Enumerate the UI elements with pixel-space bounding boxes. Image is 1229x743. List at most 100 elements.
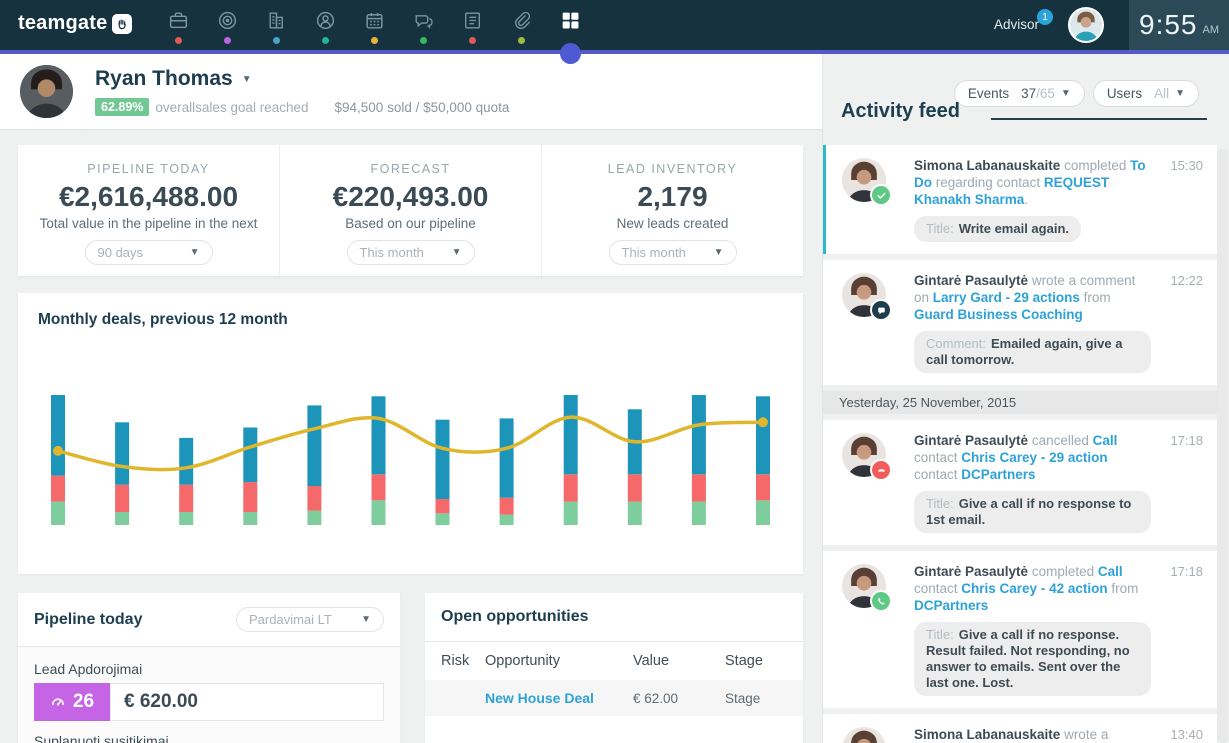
feed-text-link[interactable]: DCPartners <box>961 467 1035 482</box>
bar-segment[interactable] <box>692 395 706 474</box>
profile-name: Ryan Thomas <box>95 67 233 91</box>
note-label: Title: <box>926 627 954 642</box>
feed-text-link[interactable]: Call <box>1093 433 1118 448</box>
goal-text: overallsales goal reached <box>155 100 308 115</box>
note-text: Give a call if no response. Result faile… <box>926 627 1130 690</box>
bar-segment[interactable] <box>179 512 193 525</box>
nav-dot <box>371 37 378 44</box>
nav-item-deals[interactable] <box>154 0 203 50</box>
feed-text-link[interactable]: DCPartners <box>914 598 988 613</box>
bar-segment[interactable] <box>372 396 386 474</box>
feed-text-gray: . <box>1024 192 1028 207</box>
events-filter-select[interactable]: Events 37 /65 ▼ <box>954 80 1085 107</box>
stat-caption: Based on our pipeline <box>345 216 476 231</box>
clock-panel: 9:55 AM <box>1129 0 1229 50</box>
feed-text-gray: contact <box>914 467 961 482</box>
bar-segment[interactable] <box>115 422 129 484</box>
nav-item-companies[interactable] <box>252 0 301 50</box>
feed-text-gray: from <box>1108 581 1139 596</box>
period-select[interactable]: This month▼ <box>609 240 737 265</box>
bar-segment[interactable] <box>628 474 642 501</box>
nav-dot <box>175 37 182 44</box>
paperclip-icon <box>510 9 533 32</box>
feed-date-divider: Yesterday, 25 November, 2015 <box>823 391 1217 414</box>
bar-segment[interactable] <box>51 395 65 476</box>
users-filter-select[interactable]: Users All ▼ <box>1093 80 1199 107</box>
pipeline-stage-row[interactable]: 26 € 620.00 <box>34 683 384 721</box>
bar-segment[interactable] <box>372 500 386 525</box>
clock-meridiem: AM <box>1203 24 1220 36</box>
feed-text-link[interactable]: Larry Gard - 29 actions <box>933 290 1080 305</box>
bar-segment[interactable] <box>692 474 706 501</box>
notification-badge: 1 <box>1037 9 1053 25</box>
chevron-down-icon[interactable]: ▼ <box>242 74 252 85</box>
period-select-value: This month <box>622 245 686 260</box>
chart-title: Monthly deals, previous 12 month <box>38 311 783 329</box>
nav-item-calendar[interactable] <box>350 0 399 50</box>
nav-item-goals[interactable] <box>203 0 252 50</box>
period-select[interactable]: This month▼ <box>347 240 475 265</box>
bar-segment[interactable] <box>243 428 257 483</box>
advisor-menu[interactable]: Advisor 1 <box>994 17 1039 32</box>
bar-segment[interactable] <box>179 485 193 512</box>
bar-segment[interactable] <box>307 486 321 511</box>
bar-segment[interactable] <box>243 512 257 525</box>
bar-segment[interactable] <box>243 482 257 512</box>
bar-segment[interactable] <box>436 420 450 499</box>
bar-segment[interactable] <box>500 498 514 515</box>
bar-segment[interactable] <box>628 502 642 525</box>
stat-value: €220,493.00 <box>333 181 489 213</box>
feed-text-link[interactable]: Call <box>1098 564 1123 579</box>
nav-item-chats[interactable] <box>399 0 448 50</box>
pipeline-today-card: Pipeline today Pardavimai LT▼ Lead Apdor… <box>18 593 400 743</box>
feed-text-link[interactable]: Chris Carey - 29 action <box>961 450 1107 465</box>
gauge-icon <box>50 694 66 710</box>
bar-segment[interactable] <box>564 474 578 501</box>
avatar <box>842 564 886 608</box>
bar-segment[interactable] <box>307 511 321 525</box>
stat-value: 2,179 <box>637 181 707 213</box>
activity-note-pill: Title:Give a call if no response to 1st … <box>914 491 1151 533</box>
period-select[interactable]: 90 days▼ <box>85 240 213 265</box>
bar-segment[interactable] <box>436 513 450 525</box>
bar-segment[interactable] <box>756 396 770 474</box>
bar-segment[interactable] <box>564 502 578 525</box>
bar-segment[interactable] <box>756 500 770 525</box>
stat-pipeline-today: PIPELINE TODAY €2,616,488.00 Total value… <box>18 145 280 276</box>
feed-text-name: Gintarė Pasaulytė <box>914 433 1028 448</box>
feed-item-content: Simona Labanauskaite completed To Do reg… <box>914 157 1151 242</box>
bar-segment[interactable] <box>500 515 514 525</box>
bar-segment[interactable] <box>51 476 65 502</box>
bar-segment[interactable] <box>500 418 514 497</box>
feed-item: Simona Labanauskaite wrote a comment on … <box>823 714 1217 743</box>
nav-item-contacts[interactable] <box>301 0 350 50</box>
title-underline <box>991 118 1207 120</box>
avatar <box>842 727 886 743</box>
bar-segment[interactable] <box>179 438 193 485</box>
bar-segment[interactable] <box>436 499 450 513</box>
opportunity-link[interactable]: New House Deal <box>485 690 594 706</box>
bar-segment[interactable] <box>51 502 65 525</box>
users-filter-value: All <box>1154 86 1169 101</box>
pipeline-filter-select[interactable]: Pardavimai LT▼ <box>236 607 384 632</box>
bar-segment[interactable] <box>692 502 706 525</box>
bar-segment[interactable] <box>307 405 321 486</box>
list-icon <box>461 9 484 32</box>
profile-avatar[interactable] <box>20 65 73 118</box>
feed-text-link[interactable]: Guard Business Coaching <box>914 307 1083 322</box>
feed-text-link[interactable]: Chris Carey - 42 action <box>961 581 1107 596</box>
nav-item-tasks[interactable] <box>448 0 497 50</box>
teamgate-logo[interactable]: teamgate <box>18 12 132 35</box>
nav-item-files[interactable] <box>497 0 546 50</box>
col-header-risk: Risk <box>441 653 485 669</box>
feed-text-gray: from <box>1080 290 1111 305</box>
bar-segment[interactable] <box>756 474 770 500</box>
bar-segment[interactable] <box>115 485 129 512</box>
logo-text: teamgate <box>18 12 107 35</box>
period-select-value: 90 days <box>98 245 144 260</box>
feed-scrollbar[interactable] <box>1217 149 1228 743</box>
bar-segment[interactable] <box>564 395 578 474</box>
bar-segment[interactable] <box>372 474 386 500</box>
bar-segment[interactable] <box>115 512 129 525</box>
user-avatar[interactable] <box>1068 7 1104 43</box>
